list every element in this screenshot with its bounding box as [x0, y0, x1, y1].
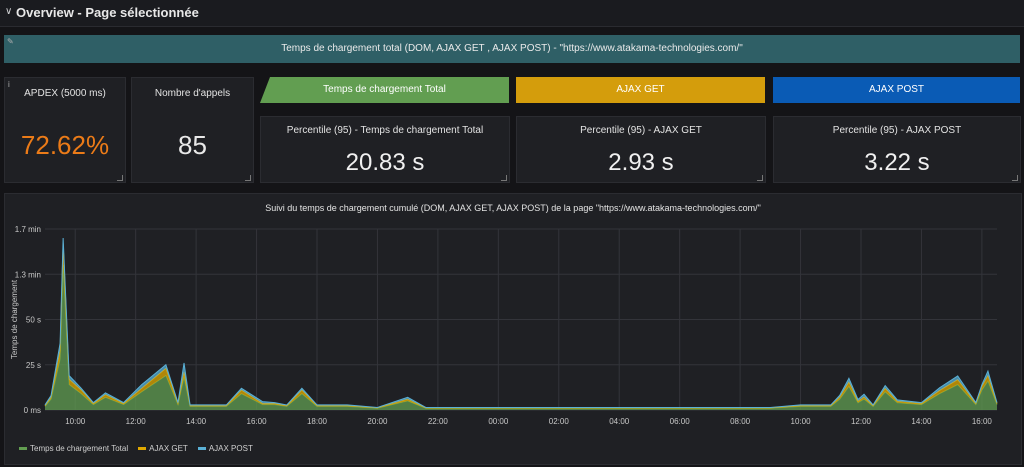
chevron-down-icon[interactable]: ∨ — [5, 6, 12, 17]
apdex-panel: i APDEX (5000 ms) 72.62% — [4, 77, 126, 183]
x-tick-label: 12:00 — [851, 417, 872, 426]
chart-legend: Temps de chargement Total AJAX GET AJAX … — [19, 444, 253, 453]
calls-panel: Nombre d'appels 85 — [131, 77, 254, 183]
resize-handle[interactable] — [501, 175, 507, 181]
series-area-2 — [45, 238, 997, 408]
x-tick-label: 10:00 — [65, 417, 86, 426]
legend-label: AJAX GET — [149, 444, 188, 453]
legend-item-ajax-post[interactable]: AJAX POST — [197, 444, 253, 453]
row-header[interactable]: ∨ Overview - Page sélectionnée — [0, 0, 1024, 27]
resize-handle[interactable] — [245, 175, 251, 181]
chart-svg[interactable]: 0 ms 25 s 50 s 1.3 min 1.7 min 10:00 12:00 14:0… — [5, 194, 1021, 439]
x-tick-label: 18:00 — [307, 417, 328, 426]
percentile-post-value: 3.22 s — [864, 149, 930, 176]
percentile-total-value: 20.83 s — [345, 149, 425, 176]
x-tick-label: 08:00 — [730, 417, 751, 426]
banner-text: Temps de chargement total (DOM, AJAX GET… — [281, 43, 743, 54]
calls-title: Nombre d'appels — [154, 88, 231, 99]
x-tick-label: 14:00 — [186, 417, 207, 426]
series-line-2 — [44, 238, 998, 408]
legend-label: AJAX POST — [208, 444, 253, 453]
x-tick-label: 22:00 — [428, 417, 449, 426]
x-tick-label: 16:00 — [972, 417, 993, 426]
row-title: Overview - Page sélectionnée — [16, 5, 199, 20]
legend-label: Temps de chargement Total — [30, 444, 129, 453]
y-tick-label: 25 s — [26, 361, 41, 370]
percentile-get-title: Percentile (95) - AJAX GET — [580, 125, 702, 136]
x-tick-label: 20:00 — [367, 417, 388, 426]
banner-panel: ✎ Temps de chargement total (DOM, AJAX G… — [4, 35, 1020, 63]
x-tick-label: 12:00 — [126, 417, 147, 426]
x-tick-label: 02:00 — [549, 417, 570, 426]
legend-swatch — [197, 447, 206, 450]
graph-panel: Suivi du temps de chargement cumulé (DOM… — [4, 193, 1022, 465]
y-tick-label: 1.3 min — [15, 270, 41, 279]
percentile-post-panel: Percentile (95) - AJAX POST 3.22 s — [773, 116, 1021, 183]
header-ajax-post: AJAX POST — [773, 77, 1020, 103]
x-tick-label: 10:00 — [791, 417, 812, 426]
x-tick-label: 04:00 — [609, 417, 630, 426]
y-axis-label: Temps de chargement — [10, 279, 19, 359]
resize-handle[interactable] — [1012, 175, 1018, 181]
header-ajax-get: AJAX GET — [516, 77, 765, 103]
x-tick-label: 14:00 — [911, 417, 932, 426]
calls-value: 85 — [178, 130, 207, 160]
series-line-1 — [44, 243, 998, 409]
percentile-total-panel: Percentile (95) - Temps de chargement To… — [260, 116, 510, 183]
apdex-title: APDEX (5000 ms) — [24, 88, 106, 99]
legend-swatch — [138, 447, 147, 450]
percentile-total-title: Percentile (95) - Temps de chargement To… — [286, 125, 484, 136]
resize-handle[interactable] — [117, 175, 123, 181]
resize-handle[interactable] — [757, 175, 763, 181]
legend-swatch — [19, 447, 27, 450]
apdex-value: 72.62% — [20, 130, 110, 160]
x-tick-label: 16:00 — [247, 417, 268, 426]
percentile-get-panel: Percentile (95) - AJAX GET 2.93 s — [516, 116, 766, 183]
y-tick-label: 0 ms — [24, 406, 41, 415]
header-total: Temps de chargement Total — [260, 77, 509, 103]
y-tick-label: 1.7 min — [15, 225, 41, 234]
x-tick-label: 06:00 — [670, 417, 691, 426]
y-tick-label: 50 s — [26, 316, 41, 325]
legend-item-ajax-get[interactable]: AJAX GET — [138, 444, 188, 453]
legend-item-total[interactable]: Temps de chargement Total — [19, 444, 128, 453]
series-area-1 — [45, 243, 997, 409]
percentile-post-title: Percentile (95) - AJAX POST — [832, 125, 962, 136]
percentile-get-value: 2.93 s — [608, 149, 674, 176]
x-tick-label: 00:00 — [488, 417, 509, 426]
